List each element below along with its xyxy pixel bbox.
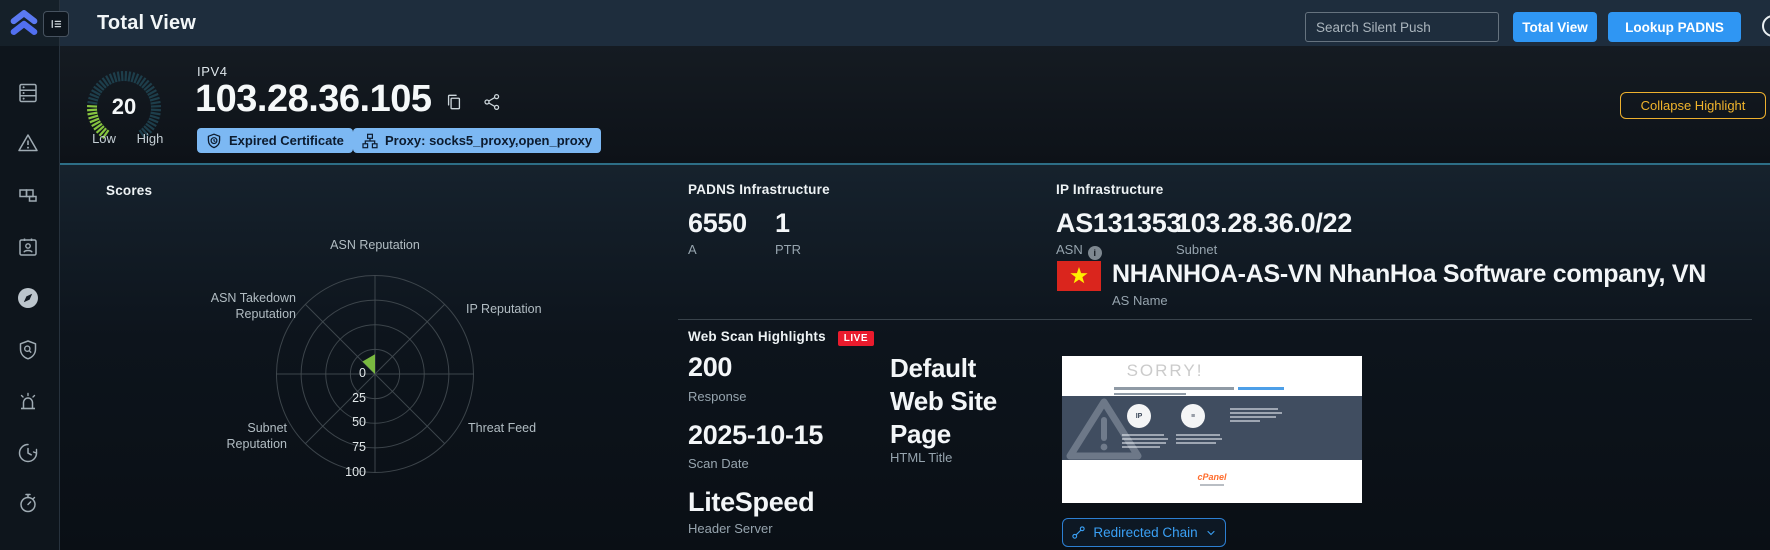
as-name-label: AS Name — [1112, 293, 1168, 308]
scores-heading: Scores — [106, 183, 153, 198]
expired-certificate-badge[interactable]: Expired Certificate — [197, 128, 353, 153]
sidebar-item-history[interactable] — [16, 441, 40, 465]
radar-tick-label: 0 — [359, 366, 366, 380]
scan-date-label: Scan Date — [688, 456, 749, 471]
sidebar-item-monitors[interactable] — [16, 390, 40, 414]
total-view-button[interactable]: Total View — [1513, 12, 1597, 42]
ip-address: 103.28.36.105 — [195, 78, 432, 120]
share-ip-button[interactable] — [482, 92, 502, 112]
history-icon — [18, 443, 38, 463]
radar-axis-subnet-reputation: Subnet Reputation — [226, 421, 287, 451]
radar-axis-ip-reputation: IP Reputation — [466, 302, 542, 316]
asn-label-text: ASN — [1056, 242, 1083, 257]
lookup-padns-button[interactable]: Lookup PADNS — [1608, 12, 1741, 42]
ip-type-label: IPV4 — [197, 64, 228, 79]
search-input[interactable] — [1305, 12, 1499, 42]
html-title-value: Default Web Site Page — [890, 353, 997, 449]
web-scan-heading-text: Web Scan Highlights — [688, 329, 826, 344]
sidebar-item-alerts[interactable] — [16, 131, 40, 155]
silent-push-logo-icon — [10, 10, 38, 35]
silent-push-logo[interactable] — [9, 8, 39, 38]
gauge-low-label: Low — [92, 131, 116, 146]
list-menu-icon — [51, 19, 62, 29]
response-label: Response — [688, 389, 747, 404]
collapse-highlight-button[interactable]: Collapse Highlight — [1620, 92, 1766, 119]
stopwatch-icon — [20, 493, 36, 513]
radar-axis-asn-takedown-reputation: ASN Takedown Reputation — [210, 291, 296, 321]
thumbnail-link-line — [1238, 387, 1284, 390]
padns-ptr-count: 1 — [775, 208, 790, 238]
asn-value: AS131353 — [1056, 208, 1182, 238]
shield-clock-icon — [207, 133, 221, 148]
thumbnail-text-line — [1114, 387, 1234, 390]
redirected-chain-label: Redirected Chain — [1093, 525, 1198, 540]
thumbnail-ip-circle-icon: IP — [1127, 404, 1151, 428]
badge-label: Proxy: socks5_proxy,open_proxy — [385, 133, 593, 148]
sidebar-item-scheduled[interactable] — [16, 491, 40, 515]
radar-tick-label: 50 — [352, 415, 366, 430]
subnet-value: 103.28.36.0/22 — [1176, 208, 1352, 238]
padns-infrastructure-heading: PADNS Infrastructure — [688, 182, 830, 197]
radar-tick-label: 100 — [345, 464, 366, 479]
collapse-menu-button[interactable] — [43, 11, 69, 37]
ip-infrastructure-heading: IP Infrastructure — [1056, 182, 1164, 197]
padns-a-label: A — [688, 242, 697, 257]
shield-search-icon — [19, 340, 37, 360]
thumbnail-cpanel-tagline — [1200, 484, 1224, 486]
share-icon — [484, 93, 500, 111]
sidebar-item-investigate[interactable] — [16, 338, 40, 362]
copy-ip-button[interactable] — [444, 92, 464, 112]
sidebar-item-feeds[interactable] — [16, 81, 40, 105]
thumbnail-server-circle-icon: ≡ — [1181, 404, 1205, 428]
scan-date-value: 2025-10-15 — [688, 420, 824, 450]
web-scan-heading: Web Scan Highlights LIVE — [688, 329, 874, 346]
sidebar-item-assets[interactable] — [16, 235, 40, 259]
asn-label: ASN i — [1056, 242, 1102, 260]
modules-icon — [19, 189, 37, 202]
vietnam-flag-star — [1070, 267, 1088, 284]
badge-label: Expired Certificate — [229, 133, 344, 148]
sidebar — [0, 46, 59, 550]
sidebar-item-modules[interactable] — [16, 183, 40, 207]
web-scan-divider — [678, 319, 1752, 320]
proxy-network-icon — [362, 133, 378, 148]
thumbnail-text-line — [1114, 392, 1186, 395]
header-server-label: Header Server — [688, 521, 773, 536]
radar-tick-label: 25 — [352, 390, 366, 405]
radar-axis-threat-feed: Threat Feed — [468, 421, 537, 435]
subnet-label: Subnet — [1176, 242, 1218, 257]
html-title-label: HTML Title — [890, 450, 953, 465]
badge-account-icon — [19, 238, 37, 256]
chevron-down-icon — [1207, 530, 1215, 535]
copy-icon — [447, 94, 461, 110]
total-view-page: Total View Total View Lookup PADNS — [0, 0, 1770, 550]
header-server-value: LiteSpeed — [688, 487, 815, 517]
siren-icon — [20, 392, 36, 410]
live-badge: LIVE — [837, 331, 874, 346]
proxy-badge[interactable]: Proxy: socks5_proxy,open_proxy — [353, 128, 602, 153]
compass-icon — [18, 288, 38, 308]
risk-score-value: 20 — [111, 94, 137, 119]
response-code: 200 — [688, 352, 733, 382]
page-title: Total View — [97, 12, 197, 34]
sidebar-item-explore-active[interactable] — [16, 286, 40, 310]
redirected-chain-button[interactable]: Redirected Chain — [1062, 518, 1226, 547]
as-name-value: NHANHOA-AS-VN NhanHoa Software company, … — [1112, 260, 1706, 288]
alert-triangle-icon — [18, 134, 38, 152]
thumbnail-sorry-heading: SORRY! — [1126, 361, 1204, 380]
radar-axis-asn-reputation: ASN Reputation — [330, 238, 420, 252]
padns-a-count: 6550 — [688, 208, 747, 238]
radar-tick-label: 75 — [352, 439, 366, 454]
vietnam-flag-icon — [1057, 261, 1101, 291]
top-bar — [0, 0, 1770, 46]
web-scan-screenshot-thumbnail[interactable]: SORRY! IP ≡ cPanel — [1062, 356, 1362, 503]
servers-icon — [19, 83, 37, 103]
thumbnail-alert-band: IP ≡ — [1062, 396, 1362, 460]
thumbnail-cpanel-logo: cPanel — [1197, 472, 1227, 482]
padns-ptr-label: PTR — [775, 242, 801, 257]
gauge-high-label: High — [136, 131, 164, 146]
info-icon[interactable]: i — [1087, 246, 1102, 260]
chain-link-icon — [1072, 526, 1086, 539]
